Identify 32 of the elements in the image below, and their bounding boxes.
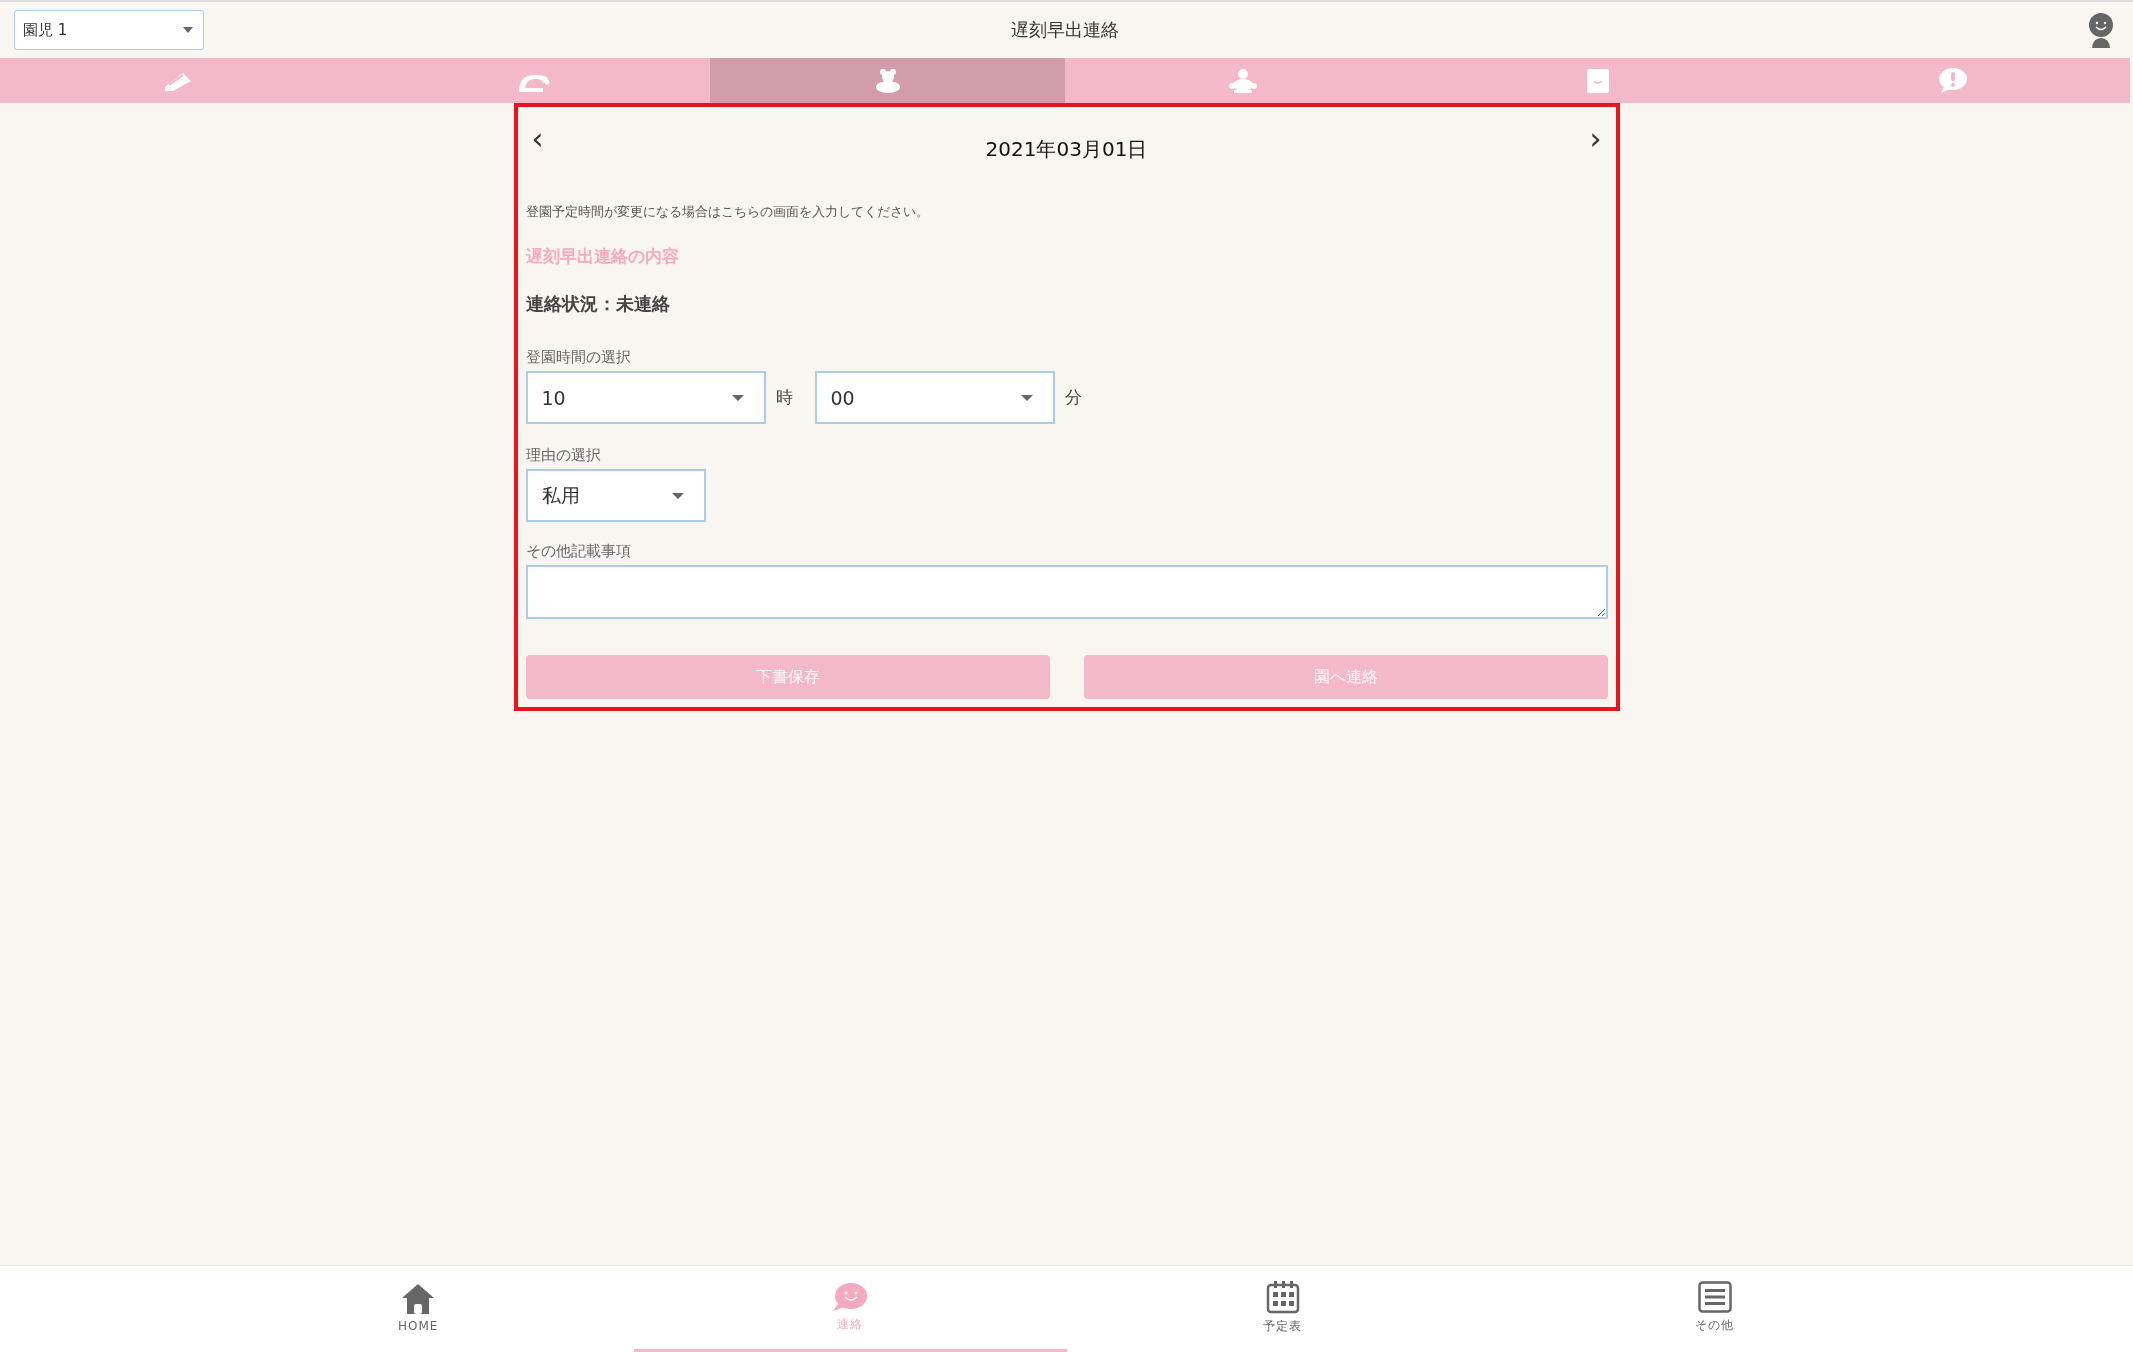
unit-label: 時 <box>775 386 793 409</box>
field-label: その他記載事項 <box>525 542 632 561</box>
description-text: 登園予定時間が変更になる場合はこちらの画面を入力してください。 <box>525 203 930 221</box>
status-text: 連絡状況：未連絡 <box>525 292 671 316</box>
avatar-icon[interactable] <box>2087 12 2115 48</box>
bottom-nav-item[interactable]: HOME <box>202 1266 635 1352</box>
next-day-button[interactable]: › <box>1583 124 1608 154</box>
home-icon <box>401 1282 436 1315</box>
chat-icon <box>832 1282 869 1312</box>
field-label: 理由の選択 <box>525 446 602 465</box>
bottom-nav-item[interactable]: その他 <box>1498 1266 1931 1352</box>
previous-day-button[interactable]: ‹ <box>525 124 550 154</box>
unit-label: 分 <box>1064 386 1082 409</box>
calendar-icon <box>1265 1280 1300 1314</box>
menu-icon <box>1697 1281 1732 1313</box>
minute-select[interactable]: 00 <box>814 371 1055 424</box>
field-label: 登園時間の選択 <box>525 348 632 367</box>
caret-icon <box>183 27 193 33</box>
caret-icon <box>1020 394 1033 401</box>
notes-field[interactable] <box>525 565 1608 619</box>
notebook-icon <box>1586 68 1609 93</box>
date-label: 2021年03月01日 <box>985 135 1148 163</box>
bottom-nav-item[interactable]: 予定表 <box>1066 1266 1499 1352</box>
caret-icon <box>671 492 684 499</box>
caret-icon <box>731 394 744 401</box>
child-select[interactable]: 園児 1 <box>14 10 204 50</box>
reason-select[interactable]: 私用 <box>525 469 706 522</box>
page-title: 遅刻早出連絡 <box>1010 18 1119 42</box>
tab[interactable] <box>710 58 1065 103</box>
hour-select[interactable]: 10 <box>525 371 766 424</box>
section-title: 遅刻早出連絡の内容 <box>525 245 680 268</box>
alert-icon <box>1937 67 1968 94</box>
